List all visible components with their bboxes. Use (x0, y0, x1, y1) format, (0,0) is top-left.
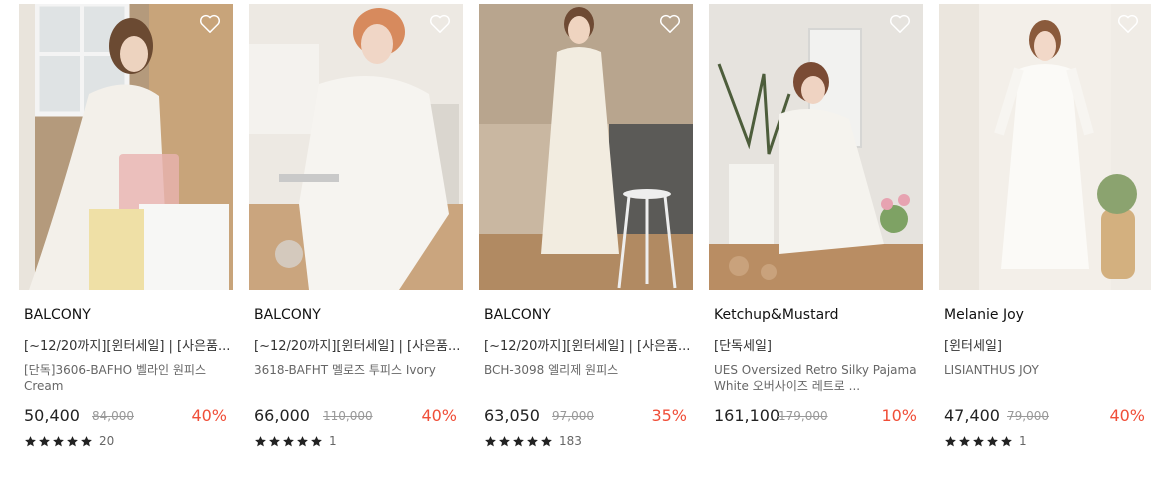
product-name[interactable]: BCH-3098 엘리제 원피스 (484, 362, 689, 378)
original-price: 84,000 (92, 409, 134, 423)
promo-tag: [~12/20까지][윈터세일] | [사은품... (254, 339, 461, 354)
rating: 1 (944, 434, 1027, 448)
product-name[interactable]: [단독]3606-BAFHO 벨라인 원피스 Cream (24, 362, 229, 394)
product-image[interactable] (479, 4, 693, 290)
brand-name[interactable]: BALCONY (24, 307, 91, 323)
product-image[interactable] (249, 4, 463, 290)
sale-price: 47,400 (944, 406, 1000, 425)
review-count: 1 (1019, 434, 1027, 448)
product-photo (479, 4, 693, 290)
star-icon (25, 435, 36, 446)
star-icon (283, 435, 294, 446)
product-card[interactable]: Ketchup&Mustard [단독세일] UES Oversized Ret… (709, 4, 923, 425)
product-name[interactable]: UES Oversized Retro Silky Pajama White 오… (714, 362, 919, 394)
promo-tag: [단독세일] (714, 339, 772, 354)
brand-name[interactable]: BALCONY (254, 307, 321, 323)
star-icon (987, 435, 998, 446)
rating: 183 (484, 434, 582, 448)
star-icon (527, 435, 538, 446)
star-icon (81, 435, 92, 446)
star-icon (485, 435, 496, 446)
star-icon (513, 435, 524, 446)
original-price: 79,000 (1007, 409, 1049, 423)
star-rating (24, 435, 93, 448)
sale-price: 66,000 (254, 406, 310, 425)
original-price: 179,000 (778, 409, 828, 423)
review-count: 1 (329, 434, 337, 448)
brand-name[interactable]: Melanie Joy (944, 307, 1024, 323)
product-card[interactable]: BALCONY [~12/20까지][윈터세일] | [사은품... BCH-3… (479, 4, 693, 448)
star-rating (254, 435, 323, 448)
wishlist-heart-icon[interactable] (199, 14, 221, 34)
star-icon (541, 435, 552, 446)
wishlist-heart-icon[interactable] (889, 14, 911, 34)
discount-rate: 40% (1109, 406, 1145, 425)
wishlist-heart-icon[interactable] (659, 14, 681, 34)
product-image[interactable] (19, 4, 233, 290)
star-icon (297, 435, 308, 446)
product-card[interactable]: BALCONY [~12/20까지][윈터세일] | [사은품... [단독]3… (19, 4, 233, 448)
brand-name[interactable]: Ketchup&Mustard (714, 307, 839, 323)
rating: 20 (24, 434, 114, 448)
original-price: 97,000 (552, 409, 594, 423)
discount-rate: 10% (881, 406, 917, 425)
star-rating (944, 435, 1013, 448)
promo-tag: [~12/20까지][윈터세일] | [사은품... (484, 339, 691, 354)
discount-rate: 40% (191, 406, 227, 425)
product-name[interactable]: LISIANTHUS JOY (944, 362, 1149, 378)
promo-tag: [윈터세일] (944, 339, 1002, 354)
star-icon (973, 435, 984, 446)
product-photo (939, 4, 1151, 290)
star-icon (67, 435, 78, 446)
discount-rate: 35% (651, 406, 687, 425)
star-icon (269, 435, 280, 446)
product-name[interactable]: 3618-BAFHT 멜로즈 투피스 Ivory (254, 362, 459, 378)
review-count: 183 (559, 434, 582, 448)
star-icon (311, 435, 322, 446)
star-icon (1001, 435, 1012, 446)
star-icon (959, 435, 970, 446)
product-image[interactable] (709, 4, 923, 290)
sale-price: 50,400 (24, 406, 80, 425)
product-photo (249, 4, 463, 290)
star-rating (484, 435, 553, 448)
star-icon (39, 435, 50, 446)
product-photo (19, 4, 233, 290)
promo-tag: [~12/20까지][윈터세일] | [사은품... (24, 339, 231, 354)
star-icon (255, 435, 266, 446)
product-card[interactable]: BALCONY [~12/20까지][윈터세일] | [사은품... 3618-… (249, 4, 463, 448)
sale-price: 161,100 (714, 406, 781, 425)
star-icon (945, 435, 956, 446)
discount-rate: 40% (421, 406, 457, 425)
star-icon (53, 435, 64, 446)
rating: 1 (254, 434, 337, 448)
star-icon (499, 435, 510, 446)
brand-name[interactable]: BALCONY (484, 307, 551, 323)
review-count: 20 (99, 434, 115, 448)
product-image[interactable] (939, 4, 1151, 290)
product-photo (709, 4, 923, 290)
wishlist-heart-icon[interactable] (1117, 14, 1139, 34)
product-card[interactable]: Melanie Joy [윈터세일] LISIANTHUS JOY 47,400… (939, 4, 1151, 448)
sale-price: 63,050 (484, 406, 540, 425)
wishlist-heart-icon[interactable] (429, 14, 451, 34)
original-price: 110,000 (323, 409, 373, 423)
